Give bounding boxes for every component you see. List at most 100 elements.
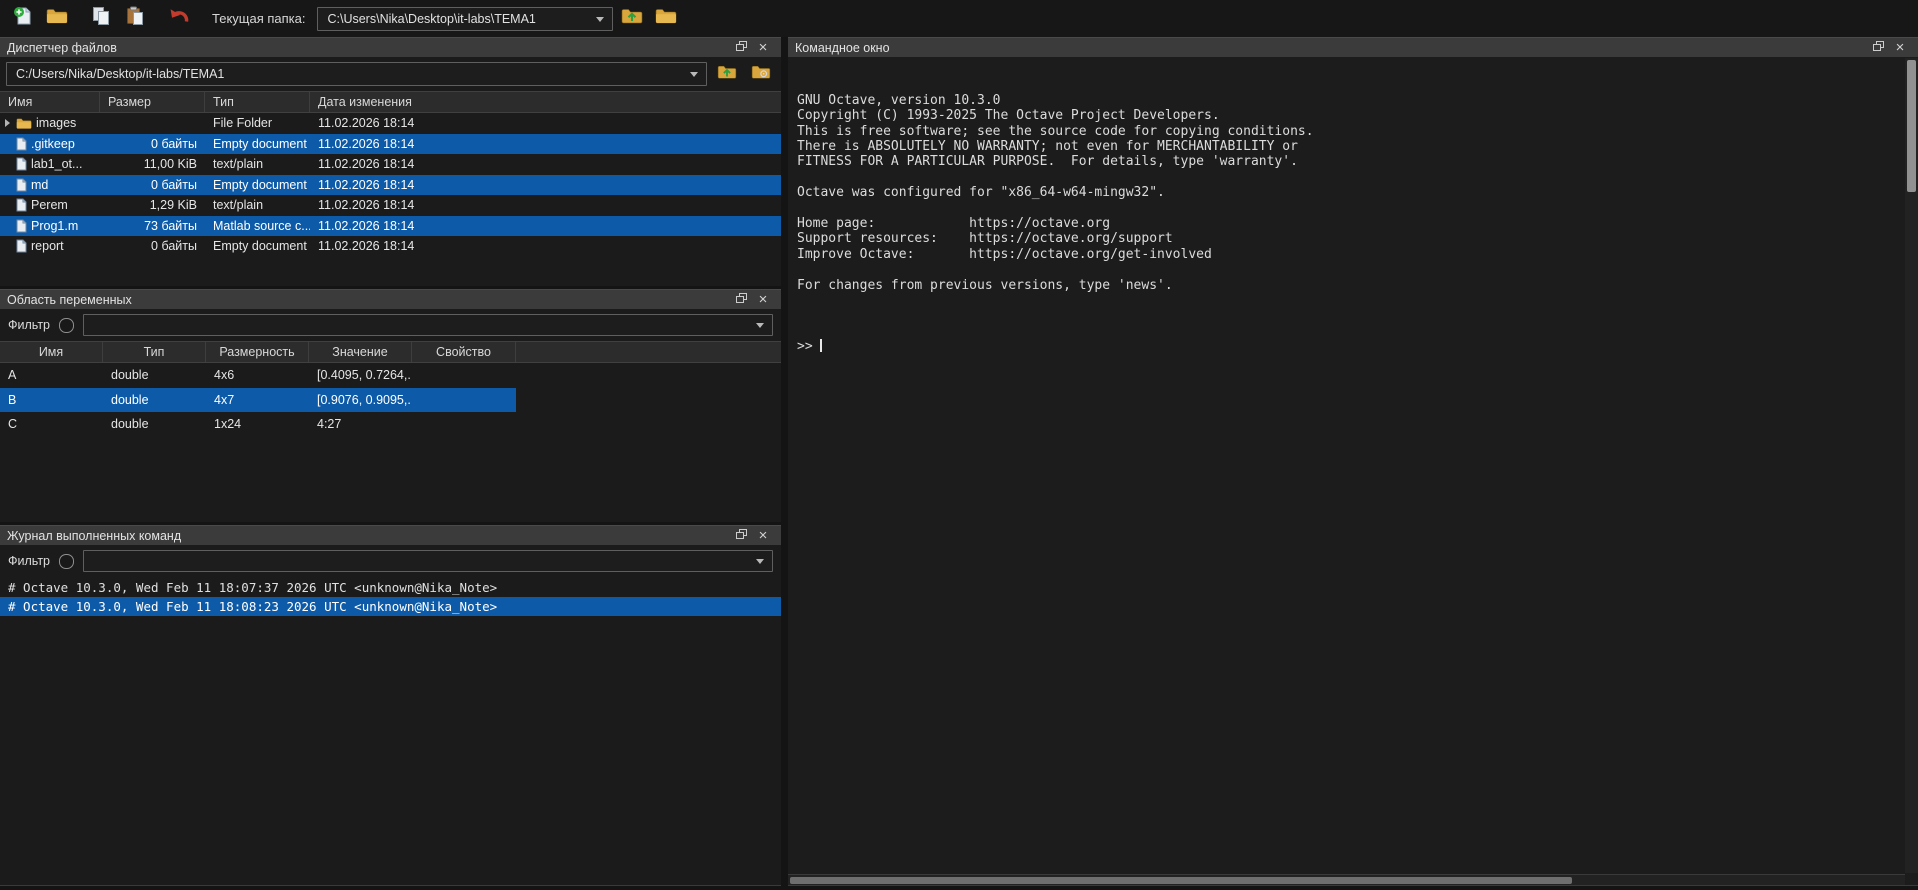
copy-button[interactable]: [86, 5, 116, 33]
file-browser-panel: Диспетчер файлов × C:/Users/Nika/Desktop…: [0, 37, 781, 286]
file-name: report: [31, 239, 64, 253]
file-type: Matlab source c...: [205, 219, 310, 233]
folder-actions-icon: [751, 64, 771, 85]
command-window-titlebar[interactable]: Командное окно ×: [788, 37, 1918, 57]
new-script-button[interactable]: [8, 5, 38, 33]
close-button[interactable]: ×: [752, 527, 774, 544]
command-output-line: Support resources: https://octave.org/su…: [797, 231, 1896, 246]
file-path-combobox[interactable]: C:/Users/Nika/Desktop/it-labs/TEMA1: [6, 62, 707, 86]
file-row[interactable]: imagesFile Folder11.02.2026 18:14: [0, 113, 781, 134]
workspace-filter-combobox[interactable]: [83, 314, 773, 336]
column-header-size[interactable]: Размер: [100, 92, 205, 112]
expand-chevron-icon[interactable]: [3, 119, 12, 128]
variable-dims: 4x7: [206, 393, 309, 407]
open-folder-icon: [46, 7, 68, 30]
column-header-attr[interactable]: Свойство: [412, 342, 516, 362]
one-directory-up-button[interactable]: [617, 5, 647, 33]
close-button[interactable]: ×: [1889, 39, 1911, 56]
prompt: >>: [797, 339, 813, 354]
history-titlebar[interactable]: Журнал выполненных команд ×: [0, 525, 781, 545]
command-prompt-line[interactable]: >>: [797, 339, 1896, 354]
filter-checkbox[interactable]: [59, 554, 74, 569]
folder-actions-button[interactable]: [747, 61, 775, 87]
file-name: Prog1.m: [31, 219, 78, 233]
command-output-line: [797, 201, 1896, 216]
sync-octave-directory-button[interactable]: [713, 61, 741, 87]
file-icon: [16, 219, 27, 233]
file-row[interactable]: md0 байтыEmpty document11.02.2026 18:14: [0, 175, 781, 196]
file-row[interactable]: lab1_ot...11,00 KiBtext/plain11.02.2026 …: [0, 154, 781, 175]
file-row[interactable]: .gitkeep0 байтыEmpty document11.02.2026 …: [0, 134, 781, 155]
open-file-button[interactable]: [42, 5, 72, 33]
current-folder-combobox[interactable]: C:\Users\Nika\Desktop\it-labs\TEMA1: [317, 7, 613, 31]
file-row[interactable]: Perem1,29 KiBtext/plain11.02.2026 18:14: [0, 195, 781, 216]
sync-octave-directory-icon: [717, 64, 737, 85]
command-output-line: [797, 293, 1896, 308]
history-line[interactable]: # Octave 10.3.0, Wed Feb 11 18:08:23 202…: [0, 597, 781, 616]
variable-row[interactable]: Bdouble4x7[0.9076, 0.9095,...: [0, 388, 516, 413]
command-history-panel: Журнал выполненных команд × Фильтр # Oct…: [0, 525, 781, 886]
column-header-type[interactable]: Тип: [103, 342, 206, 362]
command-output-line: For changes from previous versions, type…: [797, 278, 1896, 293]
current-folder-label: Текущая папка:: [212, 11, 305, 26]
workspace-filter-row: Фильтр: [0, 309, 781, 341]
undock-icon: [1873, 39, 1884, 57]
horizontal-scrollbar[interactable]: [788, 874, 1905, 885]
undock-button[interactable]: [730, 291, 752, 308]
file-row[interactable]: Prog1.m73 байтыMatlab source c...11.02.2…: [0, 216, 781, 237]
variable-name: A: [0, 368, 103, 382]
workspace-titlebar[interactable]: Область переменных ×: [0, 289, 781, 309]
column-header-value[interactable]: Значение: [309, 342, 412, 362]
undock-button[interactable]: [1867, 39, 1889, 56]
filter-label: Фильтр: [8, 318, 50, 332]
file-icon: [16, 157, 27, 171]
file-browser-rows: imagesFile Folder11.02.2026 18:14.gitkee…: [0, 113, 781, 286]
vertical-scrollbar-thumb[interactable]: [1907, 60, 1916, 192]
horizontal-scrollbar-thumb[interactable]: [790, 877, 1572, 884]
variable-row[interactable]: Adouble4x6[0.4095, 0.7264,...: [0, 363, 516, 388]
variable-row[interactable]: Cdouble1x244:27: [0, 412, 516, 437]
column-header-date[interactable]: Дата изменения: [310, 92, 781, 112]
command-output-line: [797, 170, 1896, 185]
close-icon: ×: [759, 292, 768, 307]
workspace-rows: Adouble4x6[0.4095, 0.7264,...Bdouble4x7[…: [0, 363, 781, 522]
panel-title: Область переменных: [7, 293, 132, 307]
variable-type: double: [103, 417, 206, 431]
paste-button[interactable]: [120, 5, 150, 33]
file-browser-titlebar[interactable]: Диспетчер файлов ×: [0, 37, 781, 57]
vertical-scrollbar[interactable]: [1905, 58, 1918, 873]
undock-button[interactable]: [730, 527, 752, 544]
close-icon: ×: [759, 40, 768, 55]
expander-spacer: [3, 242, 12, 251]
one-directory-up-icon: [621, 7, 643, 30]
expander-spacer: [3, 160, 12, 169]
chevron-down-icon: [596, 17, 604, 22]
column-header-name[interactable]: Имя: [0, 342, 103, 362]
copy-icon: [91, 6, 111, 31]
column-header-name[interactable]: Имя: [0, 92, 100, 112]
file-browser-address-row: C:/Users/Nika/Desktop/it-labs/TEMA1: [0, 57, 781, 91]
undock-icon: [736, 291, 747, 309]
command-window-panel: Командное окно × GNU Octave, version 10.…: [788, 37, 1918, 886]
history-line[interactable]: # Octave 10.3.0, Wed Feb 11 18:07:37 202…: [0, 578, 781, 597]
browse-directories-button[interactable]: [651, 5, 681, 33]
command-window-body[interactable]: GNU Octave, version 10.3.0Copyright (C) …: [788, 57, 1918, 885]
variable-value: [0.9076, 0.9095,...: [309, 393, 412, 407]
column-header-dims[interactable]: Размерность: [206, 342, 309, 362]
undock-icon: [736, 527, 747, 545]
file-type: Empty document: [205, 137, 310, 151]
filter-checkbox[interactable]: [59, 318, 74, 333]
variable-type: double: [103, 393, 206, 407]
undo-button[interactable]: [164, 5, 194, 33]
prompt-space: [813, 339, 821, 354]
main-toolbar: Текущая папка: C:\Users\Nika\Desktop\it-…: [0, 0, 1918, 37]
variable-type: double: [103, 368, 206, 382]
undock-button[interactable]: [730, 39, 752, 56]
close-button[interactable]: ×: [752, 291, 774, 308]
expander-spacer: [3, 180, 12, 189]
column-header-type[interactable]: Тип: [205, 92, 310, 112]
file-row[interactable]: report0 байтыEmpty document11.02.2026 18…: [0, 236, 781, 257]
history-filter-combobox[interactable]: [83, 550, 773, 572]
panel-title: Диспетчер файлов: [7, 41, 117, 55]
close-button[interactable]: ×: [752, 39, 774, 56]
